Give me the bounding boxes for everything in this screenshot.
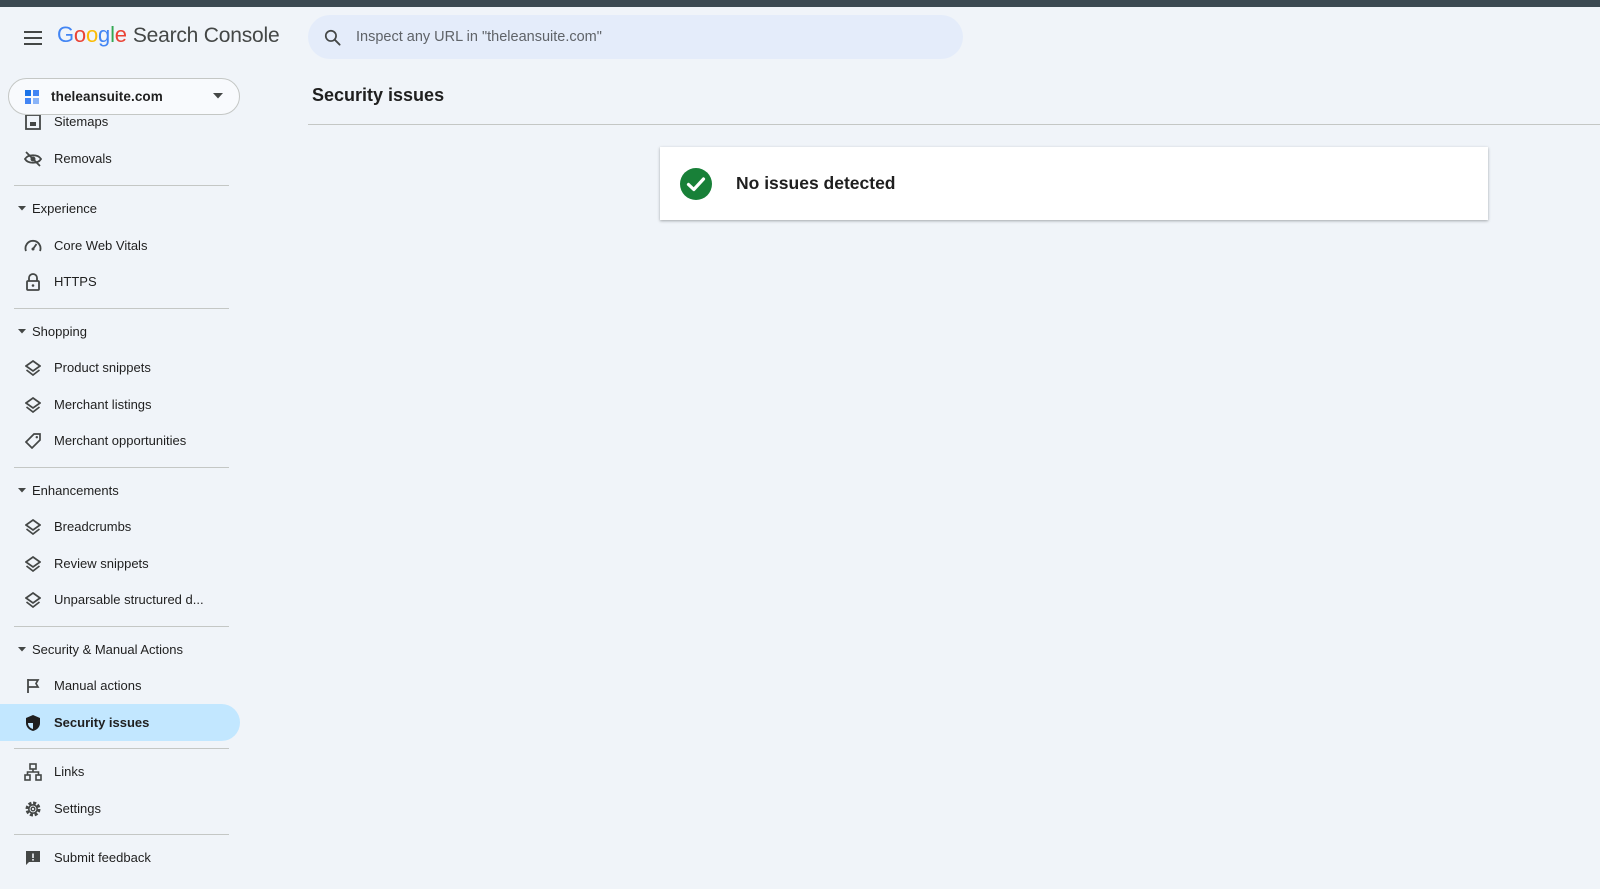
- status-card: No issues detected: [660, 147, 1488, 220]
- logo-letter: g: [98, 22, 111, 47]
- sidebar-divider: [14, 467, 229, 468]
- sitemap-icon: [23, 115, 43, 132]
- sidebar-section-enhancements[interactable]: Enhancements: [0, 475, 240, 505]
- flag-icon: [23, 676, 43, 696]
- sidebar-section-shopping[interactable]: Shopping: [0, 316, 240, 346]
- logo-letter: o: [73, 22, 86, 47]
- sidebar-item-label: Merchant opportunities: [54, 433, 187, 448]
- sidebar-item-label: Submit feedback: [54, 850, 151, 865]
- sidebar-item-submit-feedback[interactable]: Submit feedback: [0, 839, 240, 876]
- hamburger-menu-icon: [24, 31, 42, 45]
- url-inspection-search[interactable]: [308, 15, 963, 59]
- sidebar-item-removals[interactable]: Removals: [0, 140, 240, 177]
- logo-product-name: Search Console: [132, 24, 280, 47]
- sidebar-item-label: Breadcrumbs: [54, 519, 132, 534]
- feedback-icon: [23, 848, 43, 868]
- sidebar-section-security-manual-actions[interactable]: Security & Manual Actions: [0, 634, 240, 664]
- sidebar-item-label: Manual actions: [54, 678, 142, 693]
- sidebar-item-product-snippets[interactable]: Product snippets: [0, 349, 240, 386]
- window-top-strip: [0, 0, 1600, 7]
- sidebar-divider: [14, 626, 229, 627]
- search-console-logo[interactable]: Google Search Console: [57, 22, 280, 54]
- sidebar-item-core-web-vitals[interactable]: Core Web Vitals: [0, 227, 240, 264]
- sidebar-divider: [14, 308, 229, 309]
- section-collapse-icon: [18, 487, 26, 492]
- layers-icon: [23, 554, 43, 574]
- sidebar-item-breadcrumbs[interactable]: Breadcrumbs: [0, 508, 240, 545]
- sidebar-item-https[interactable]: HTTPS: [0, 263, 240, 300]
- tag-icon: [23, 431, 43, 451]
- sidebar-item-review-snippets[interactable]: Review snippets: [0, 545, 240, 582]
- section-collapse-icon: [18, 646, 26, 651]
- sidebar-section-label: Shopping: [32, 323, 87, 339]
- sidebar-item-label: Core Web Vitals: [54, 238, 148, 253]
- property-selector[interactable]: theleansuite.com: [8, 78, 240, 115]
- sidebar-item-label: Settings: [54, 801, 101, 816]
- sidebar-item-label: Review snippets: [54, 556, 149, 571]
- sidebar-item-label: Unparsable structured d...: [54, 592, 204, 607]
- url-inspection-input[interactable]: [356, 29, 916, 45]
- sidebar-item-label: Sitemaps: [54, 115, 109, 129]
- check-circle-icon: [680, 167, 712, 200]
- layers-icon: [23, 517, 43, 537]
- sidebar-item-label: Removals: [54, 151, 112, 166]
- logo-letter: o: [85, 22, 99, 47]
- sidebar-item-label: Product snippets: [54, 360, 151, 375]
- status-message: No issues detected: [736, 173, 896, 193]
- sidebar-section-label: Security & Manual Actions: [32, 641, 184, 657]
- page-title: Security issues: [312, 85, 445, 105]
- property-icon: [25, 89, 39, 104]
- logo-letter: e: [114, 22, 127, 47]
- shield-icon: [23, 713, 43, 733]
- sidebar-divider: [14, 748, 229, 749]
- sidebar-section-label: Enhancements: [32, 482, 119, 498]
- layers-icon: [23, 395, 43, 415]
- speedometer-icon: [23, 236, 43, 256]
- sidebar-section-experience[interactable]: Experience: [0, 193, 240, 223]
- title-divider: [308, 124, 1600, 125]
- sidebar-item-merchant-listings[interactable]: Merchant listings: [0, 386, 240, 423]
- section-collapse-icon: [18, 205, 26, 210]
- sidebar-item-unparsable-structured-data[interactable]: Unparsable structured d...: [0, 581, 240, 618]
- sidebar-item-label: Links: [54, 764, 85, 779]
- main-menu-button[interactable]: [20, 26, 46, 50]
- sidebar-item-manual-actions[interactable]: Manual actions: [0, 667, 240, 704]
- dropdown-caret-icon: [213, 93, 223, 99]
- layers-icon: [23, 590, 43, 610]
- sidebar-item-sitemaps[interactable]: Sitemaps: [0, 115, 240, 140]
- sidebar-divider: [14, 834, 229, 835]
- sidebar-item-security-issues[interactable]: Security issues: [0, 704, 240, 741]
- gear-icon: [23, 799, 43, 819]
- sidebar-item-merchant-opportunities[interactable]: Merchant opportunities: [0, 422, 240, 459]
- lock-icon: [23, 272, 43, 292]
- links-icon: [23, 762, 43, 782]
- sidebar-item-links[interactable]: Links: [0, 753, 240, 790]
- section-collapse-icon: [18, 328, 26, 333]
- sidebar-item-label: Merchant listings: [54, 397, 152, 412]
- sidebar-section-label: Experience: [32, 200, 98, 216]
- sidebar-item-label: Security issues: [54, 715, 150, 730]
- search-icon: [324, 29, 341, 46]
- property-label: theleansuite.com: [51, 89, 163, 104]
- sidebar-item-settings[interactable]: Settings: [0, 790, 240, 827]
- eye-off-icon: [23, 149, 43, 169]
- sidebar-nav: Sitemaps Removals Experience Core Web Vi…: [0, 115, 245, 889]
- layers-icon: [23, 358, 43, 378]
- logo-letter: G: [57, 22, 74, 47]
- sidebar-divider: [14, 185, 229, 186]
- sidebar-item-label: HTTPS: [54, 274, 97, 289]
